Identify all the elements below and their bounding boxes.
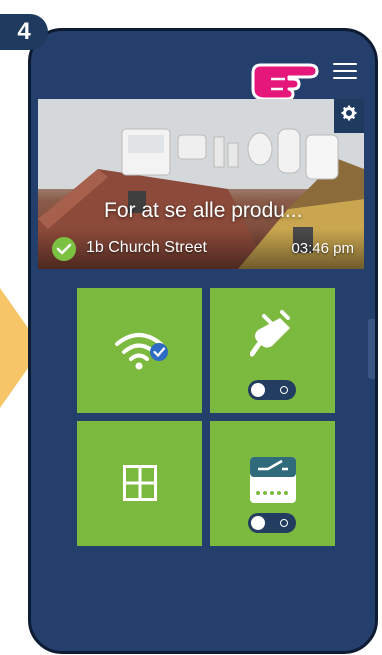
plug-tile[interactable] [210, 288, 335, 413]
wifi-tile[interactable] [77, 288, 202, 413]
menu-hamburger-icon[interactable] [333, 63, 357, 79]
pointing-hand-icon [251, 63, 319, 101]
toggle-knob [251, 383, 265, 397]
location-time: 03:46 pm [291, 240, 354, 257]
plug-icon [250, 310, 290, 357]
step-number-badge: 4 [0, 14, 48, 50]
device-grid [77, 288, 335, 546]
toggle-off-indicator [280, 519, 288, 527]
gear-icon [341, 105, 357, 121]
wifi-icon [115, 333, 168, 370]
settings-gear-button[interactable] [334, 99, 364, 133]
check-circle-icon [52, 237, 76, 261]
window-tile[interactable] [77, 421, 202, 546]
wall-switch-icon [250, 457, 296, 503]
location-banner[interactable]: For at se alle produ... 1b Church Street… [38, 99, 364, 269]
side-drawer-handle[interactable] [368, 319, 375, 379]
toggle-off-indicator [280, 386, 288, 394]
banner-title: For at se alle produ... [104, 199, 303, 222]
phone-screen: For at se alle produ... 1b Church Street… [28, 28, 378, 654]
toggle-knob [251, 516, 265, 530]
switch-toggle[interactable] [248, 513, 296, 533]
plug-toggle[interactable] [248, 380, 296, 400]
switch-tile[interactable] [210, 421, 335, 546]
step-number: 4 [17, 18, 31, 45]
window-icon [123, 465, 157, 501]
location-address: 1b Church Street [86, 239, 207, 256]
